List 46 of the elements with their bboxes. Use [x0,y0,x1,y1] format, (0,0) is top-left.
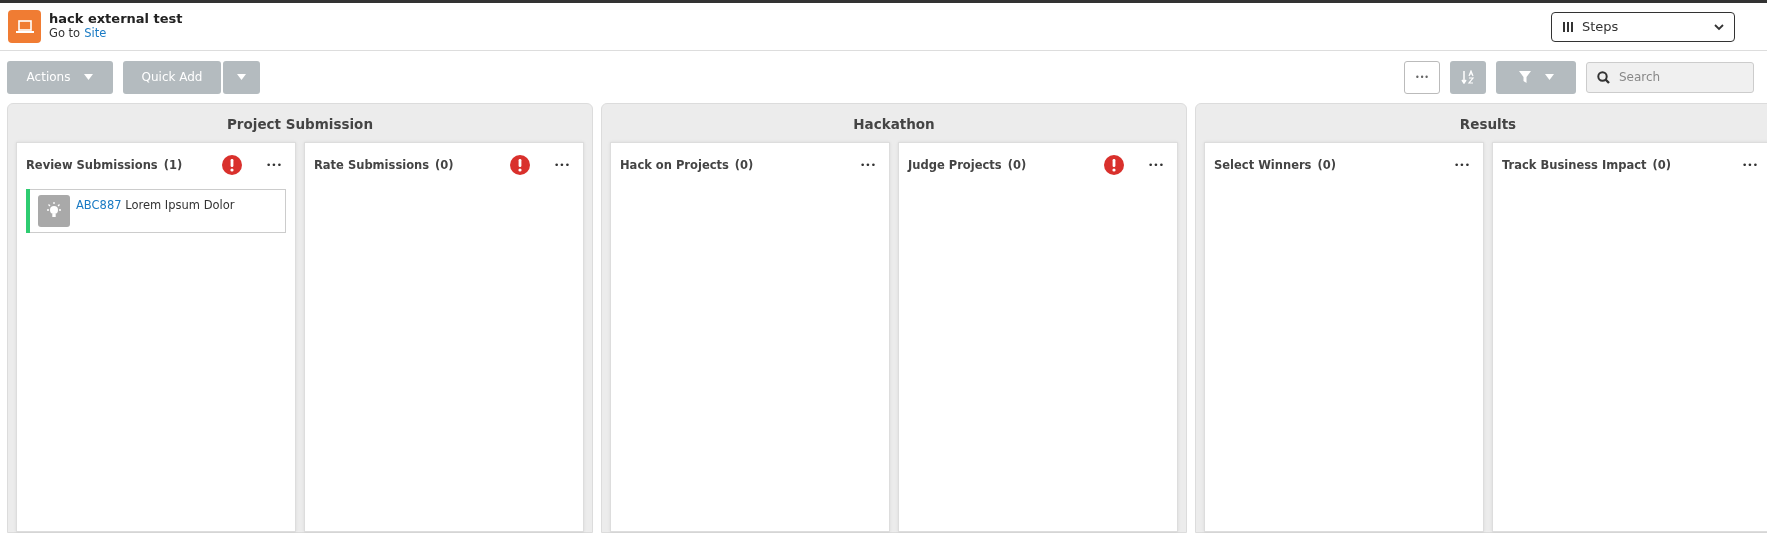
step-count: (0) [1317,158,1336,172]
step-count: (0) [734,158,754,172]
caret-icon [237,74,246,80]
filter-icon [1518,71,1531,83]
search-icon [1597,70,1610,84]
step-count: (0) [1652,158,1671,172]
caret-icon [1544,74,1554,80]
quick-add-menu-button[interactable] [223,60,260,94]
step-count: (0) [1007,158,1027,172]
item-card[interactable]: ABC887 Lorem Ipsum Dolor [26,189,286,233]
item-id-link[interactable]: ABC887 [76,198,122,212]
column-menu-button[interactable]: ••• [262,160,286,170]
caret-icon [84,74,94,80]
step-count: (0) [435,158,454,172]
stage-title: Results [1458,115,1518,134]
column-menu-button[interactable]: ••• [1144,160,1168,170]
step-title: Review Submissions [26,158,158,172]
site-title: hack external test [49,12,183,27]
filter-button[interactable] [1496,60,1576,94]
column-menu-button[interactable]: ••• [856,160,880,170]
lightbulb-icon [38,195,70,227]
more-button[interactable]: ••• [1404,60,1440,94]
stage-title: Hackathon [852,115,936,134]
laptop-icon [8,10,41,43]
warning-icon [222,155,243,175]
warning-icon [1104,155,1125,175]
step-title: Judge Projects [908,158,1002,172]
site-link[interactable]: Site [84,27,107,41]
columns-icon [1562,20,1574,33]
column-menu-button[interactable]: ••• [1450,160,1474,170]
step-title: Select Winners [1214,158,1312,172]
step-title: Hack on Projects [620,158,729,172]
step-title: Track Business Impact [1502,158,1647,172]
sort-button[interactable] [1450,60,1486,94]
step-count: (1) [163,158,183,172]
view-select[interactable]: Steps [1551,11,1735,42]
search-field[interactable]: Search [1586,61,1754,93]
step-title: Rate Submissions [314,158,430,172]
warning-icon [510,155,531,175]
column-menu-button[interactable]: ••• [1738,160,1762,170]
stage-title: Project Submission [225,115,374,134]
sort-icon [1461,70,1475,84]
card-text: ABC887 Lorem Ipsum Dolor [76,197,235,214]
go-to-label: Go to [49,27,81,41]
chevron-down-icon [1714,22,1724,31]
column-menu-button[interactable]: ••• [550,160,574,170]
